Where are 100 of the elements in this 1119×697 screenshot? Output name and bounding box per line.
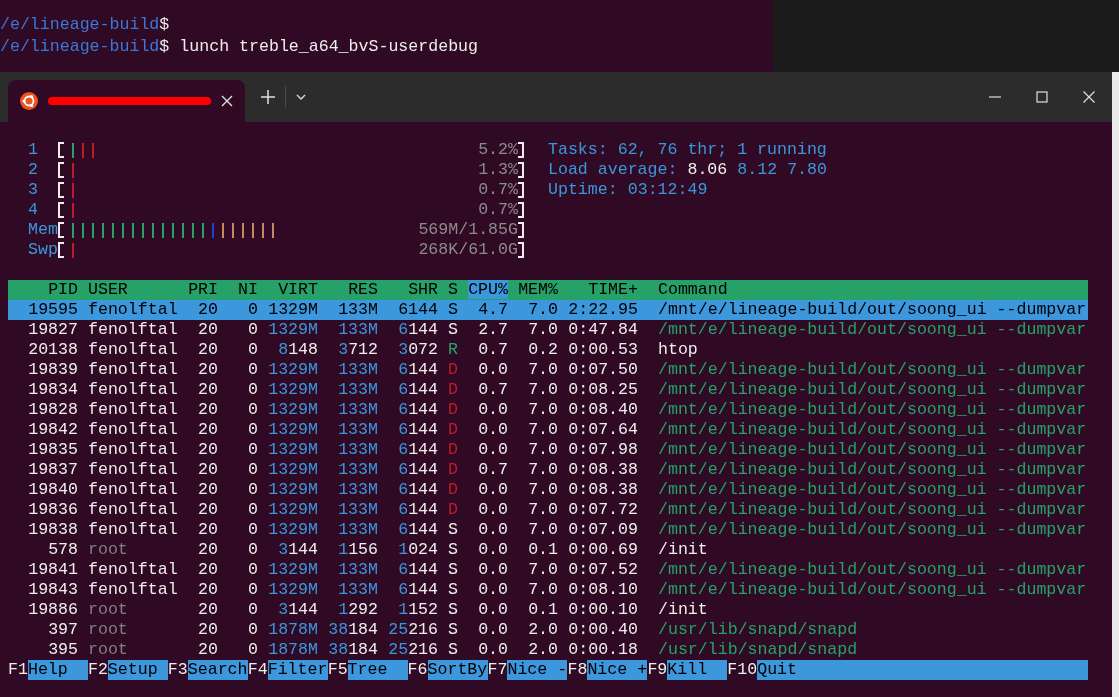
process-row[interactable]: 19838 fenolftal 20 0 1329M 133M 6144 S 0.0 7.0 0:07.09 /mnt/e/lineage-build/out/soong_ui --dumpvar (8, 520, 1088, 540)
table-cell-text: 1329M (267, 360, 318, 380)
column-header[interactable]: TIME+ (588, 280, 638, 299)
function-button[interactable]: Quit (757, 660, 1088, 680)
meter-value: 0.7% (478, 200, 518, 220)
table-cell-text: 397 (47, 620, 78, 640)
table-cell-text: 0 (247, 460, 258, 480)
table-cell-text: 133M (337, 480, 378, 500)
table-cell-text: 133M (337, 560, 378, 580)
process-row[interactable]: 19842 fenolftal 20 0 1329M 133M 6144 D 0.0 7.0 0:07.64 /mnt/e/lineage-build/out/soong_ui --dumpvar (8, 420, 1088, 440)
close-icon[interactable] (221, 95, 233, 107)
meter-value: 268K/61.0G (418, 240, 518, 260)
table-cell-text: 6144 (397, 400, 438, 420)
table-cell-text: 395 (47, 640, 78, 660)
process-row[interactable]: 19841 fenolftal 20 0 1329M 133M 6144 S 0.0 7.0 0:07.52 /mnt/e/lineage-build/out/soong_ui --dumpvar (8, 560, 1088, 580)
process-row[interactable]: 19836 fenolftal 20 0 1329M 133M 6144 D 0.0 7.0 0:07.72 /mnt/e/lineage-build/out/soong_ui --dumpvar (8, 500, 1088, 520)
process-row[interactable]: 19840 fenolftal 20 0 1329M 133M 6144 D 0.0 7.0 0:08.38 /mnt/e/lineage-build/out/soong_ui --dumpvar (8, 480, 1088, 500)
function-button[interactable]: Search (187, 660, 248, 680)
table-cell-text: 1329M (267, 300, 318, 320)
table-cell-text: 0:47.84 (567, 320, 638, 340)
process-row[interactable]: 395 root 20 0 1878M 38184 25216 S 0.0 2.0 0:00.18 /usr/lib/snapd/snapd (8, 640, 1088, 660)
table-cell-text: 0:08.40 (567, 400, 638, 420)
table-cell-text: 2.0 (527, 640, 558, 660)
table-cell-text: 0 (247, 580, 258, 600)
process-row[interactable]: 19834 fenolftal 20 0 1329M 133M 6144 D 0.7 7.0 0:08.25 /mnt/e/lineage-build/out/soong_ui --dumpvar (8, 380, 1088, 400)
table-cell-text: 20 (197, 540, 218, 560)
table-cell-text: 25216 (387, 620, 438, 640)
meter-label: Swp (28, 240, 58, 260)
table-cell-text: root (88, 540, 129, 560)
table-cell: /usr/lib/snapd/snapd (658, 640, 858, 660)
table-cell-text: 20 (197, 620, 218, 640)
table-cell-text: 2.7 (477, 320, 508, 340)
table-cell-text: 0 (247, 340, 258, 360)
table-cell-text: 133M (337, 500, 378, 520)
process-row[interactable]: 578 root 20 0 3144 1156 1024 S 0.0 0.1 0:00.69 /init (8, 540, 1088, 560)
table-cell: htop (658, 340, 698, 360)
table-cell-text: 20 (197, 400, 218, 420)
function-button[interactable]: SortBy (427, 660, 488, 680)
column-header[interactable]: Command (658, 280, 728, 299)
process-row[interactable]: 397 root 20 0 1878M 38184 25216 S 0.0 2.0 0:00.40 /usr/lib/snapd/snapd (8, 620, 1088, 640)
process-row[interactable]: 19835 fenolftal 20 0 1329M 133M 6144 D 0.0 7.0 0:07.98 /mnt/e/lineage-build/out/soong_ui --dumpvar (8, 440, 1088, 460)
column-header[interactable]: NI (238, 280, 258, 299)
table-cell-text: 6144 (397, 420, 438, 440)
table-cell-text: fenolftal (88, 500, 179, 520)
table-cell-text: fenolftal (88, 420, 179, 440)
table-cell-text: 19836 (27, 500, 78, 520)
bracket-icon (58, 142, 64, 158)
maximize-icon[interactable] (1036, 91, 1048, 103)
process-row[interactable]: 19837 fenolftal 20 0 1329M 133M 6144 D 0.7 7.0 0:08.38 /mnt/e/lineage-build/out/soong_ui --dumpvar (8, 460, 1088, 480)
column-header[interactable]: RES (348, 280, 378, 299)
process-row[interactable]: 19595 fenolftal 20 0 1329M 133M 6144 S 4.7 7.0 2:22.95 /mnt/e/lineage-build/out/soong_ui --dumpvar (8, 300, 1088, 320)
key-hint: F3 (167, 660, 188, 680)
table-cell-text: root (88, 600, 129, 620)
column-header[interactable]: PID (48, 280, 78, 299)
function-button[interactable]: Tree (347, 660, 408, 680)
table-cell-text: 8148 (277, 340, 318, 360)
process-row[interactable]: 19827 fenolftal 20 0 1329M 133M 6144 S 2.7 7.0 0:47.84 /mnt/e/lineage-build/out/soong_ui --dumpvar (8, 320, 1088, 340)
table-cell-text: 0:00.53 (567, 340, 638, 360)
column-header[interactable]: S (448, 280, 458, 299)
table-cell-text: 0:07.09 (567, 520, 638, 540)
table-cell-text: 6144 (397, 500, 438, 520)
table-cell: /mnt/e/lineage-build/out/soong_ui --dumpvar (658, 580, 1087, 600)
column-header[interactable]: SHR (408, 280, 438, 299)
column-header[interactable]: MEM% (518, 280, 558, 299)
process-row[interactable]: 19886 root 20 0 3144 1292 1152 S 0.0 0.1 0:00.10 /init (8, 600, 1088, 620)
close-icon[interactable] (1083, 91, 1095, 103)
process-row[interactable]: 19843 fenolftal 20 0 1329M 133M 6144 S 0.0 7.0 0:08.10 /mnt/e/lineage-build/out/soong_ui --dumpvar (8, 580, 1088, 600)
circle-logo-icon (20, 92, 38, 110)
table-cell-text: 7.0 (527, 500, 558, 520)
table-cell-text: 6144 (397, 480, 438, 500)
column-header[interactable]: CPU% (468, 280, 508, 299)
add-icon[interactable] (261, 90, 275, 104)
function-button[interactable]: Filter (267, 660, 328, 680)
key-hint: F1 (8, 660, 28, 680)
function-button[interactable]: Kill (667, 660, 728, 680)
chevron-down-icon[interactable] (296, 94, 306, 100)
table-cell-text: 133M (337, 520, 378, 540)
table-cell-text: fenolftal (88, 560, 179, 580)
table-cell-text: 0:07.98 (567, 440, 638, 460)
table-cell-text: S (447, 620, 458, 640)
process-row[interactable]: 19839 fenolftal 20 0 1329M 133M 6144 D 0.0 7.0 0:07.50 /mnt/e/lineage-build/out/soong_ui --dumpvar (8, 360, 1088, 380)
table-cell-text: 19828 (27, 400, 78, 420)
column-header[interactable]: USER (88, 280, 128, 299)
column-header[interactable]: VIRT (278, 280, 318, 299)
function-button[interactable]: Setup (107, 660, 168, 680)
terminal-tab[interactable] (8, 80, 245, 122)
table-cell-text: fenolftal (88, 580, 179, 600)
function-button[interactable]: Nice - (507, 660, 568, 680)
function-button[interactable]: Nice + (587, 660, 648, 680)
table-cell-text: 6144 (397, 380, 438, 400)
bracket-icon (518, 182, 524, 198)
table-cell: /mnt/e/lineage-build/out/soong_ui --dumpvar (658, 380, 1087, 400)
column-header[interactable]: PRI (188, 280, 218, 299)
table-cell-text: 1329M (267, 460, 318, 480)
process-row[interactable]: 19828 fenolftal 20 0 1329M 133M 6144 D 0.0 7.0 0:08.40 /mnt/e/lineage-build/out/soong_ui --dumpvar (8, 400, 1088, 420)
table-cell-text: 19840 (27, 480, 78, 500)
table-cell-text: fenolftal (88, 380, 179, 400)
table-cell-text: 0.7 (477, 460, 508, 480)
process-row[interactable]: 20138 fenolftal 20 0 8148 3712 3072 R 0.7 0.2 0:00.53 htop (8, 340, 1088, 360)
table-cell-text: 0 (247, 560, 258, 580)
